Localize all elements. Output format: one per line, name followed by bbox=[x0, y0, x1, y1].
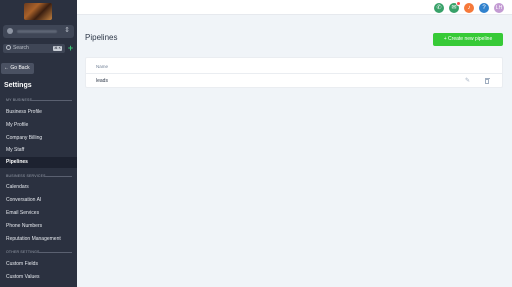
section-other-settings: OTHER SETTINGS bbox=[6, 250, 40, 254]
notification-badge bbox=[456, 1, 461, 6]
edit-icon[interactable]: ✎ bbox=[465, 77, 470, 85]
sidebar: ⇕ Search ⌘ K + ← Go Back Settings MY BUS… bbox=[0, 0, 77, 287]
sidebar-item-pipelines[interactable]: Pipelines bbox=[0, 157, 77, 168]
column-header-name: Name bbox=[96, 64, 109, 69]
pipelines-table: Name leads ✎ bbox=[85, 57, 503, 88]
section-divider bbox=[44, 176, 72, 177]
company-logo[interactable] bbox=[24, 3, 52, 20]
section-business-services: BUSINESS SERVICES bbox=[6, 174, 46, 178]
avatar[interactable]: LH bbox=[494, 3, 504, 13]
pipeline-name[interactable]: leads bbox=[96, 78, 108, 84]
bell-icon[interactable]: ♪ bbox=[464, 3, 474, 13]
shortcut-badge: ⌘ K bbox=[53, 46, 62, 51]
go-back-button[interactable]: ← Go Back bbox=[1, 63, 34, 74]
top-bar: ✆ ✉ ♪ ? LH bbox=[77, 0, 512, 15]
sidebar-item-conversation-ai[interactable]: Conversation AI bbox=[0, 195, 77, 206]
sidebar-item-custom-values[interactable]: Custom Values bbox=[0, 272, 77, 283]
table-row[interactable]: leads ✎ bbox=[86, 73, 502, 88]
account-switcher[interactable]: ⇕ bbox=[3, 25, 74, 38]
section-divider bbox=[38, 252, 72, 253]
sidebar-item-calendars[interactable]: Calendars bbox=[0, 182, 77, 193]
search-input[interactable]: Search ⌘ K bbox=[3, 44, 65, 53]
phone-icon[interactable]: ✆ bbox=[434, 3, 444, 13]
sidebar-item-my-profile[interactable]: My Profile bbox=[0, 120, 77, 131]
chevron-updown-icon: ⇕ bbox=[64, 27, 70, 34]
trash-icon[interactable] bbox=[484, 77, 490, 84]
create-pipeline-button[interactable]: + Create new pipeline bbox=[433, 33, 503, 46]
page-title: Pipelines bbox=[85, 33, 118, 42]
section-my-business: MY BUSINESS bbox=[6, 98, 33, 102]
search-icon bbox=[6, 45, 11, 50]
section-divider bbox=[30, 100, 72, 101]
sidebar-item-my-staff[interactable]: My Staff bbox=[0, 145, 77, 156]
settings-title: Settings bbox=[4, 82, 32, 89]
sidebar-item-company-billing[interactable]: Company Billing bbox=[0, 133, 77, 144]
location-icon bbox=[7, 28, 13, 34]
sidebar-item-email-services[interactable]: Email Services bbox=[0, 208, 77, 219]
sidebar-item-phone-numbers[interactable]: Phone Numbers bbox=[0, 221, 77, 232]
megaphone-icon[interactable]: ✉ bbox=[449, 1, 461, 13]
help-icon[interactable]: ? bbox=[479, 3, 489, 13]
account-name-blurred bbox=[17, 30, 57, 33]
plus-icon[interactable]: + bbox=[67, 44, 74, 53]
sidebar-item-reputation-management[interactable]: Reputation Management bbox=[0, 234, 77, 245]
sidebar-item-custom-fields[interactable]: Custom Fields bbox=[0, 259, 77, 270]
sidebar-item-business-profile[interactable]: Business Profile bbox=[0, 107, 77, 118]
search-placeholder: Search bbox=[13, 45, 29, 51]
